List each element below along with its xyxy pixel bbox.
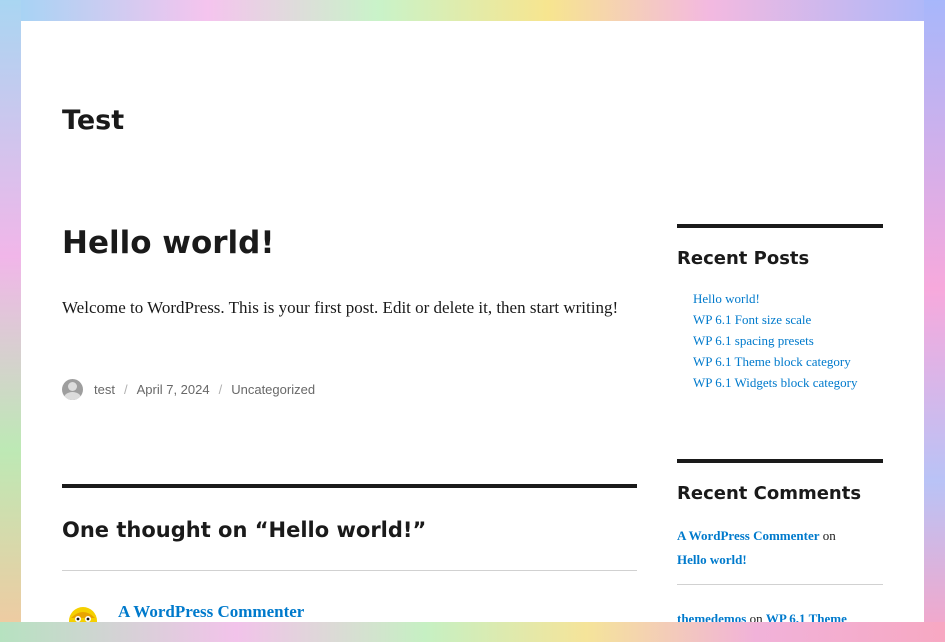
recent-comments-widget: Recent Comments A WordPress Commenter on… [677, 459, 883, 622]
recent-posts-widget: Recent Posts Hello world! WP 6.1 Font si… [677, 224, 883, 393]
recent-post-link[interactable]: Hello world! [693, 288, 883, 309]
recent-comment-author-link[interactable]: themedemos [677, 611, 746, 622]
recent-post-link[interactable]: WP 6.1 Theme block category [693, 351, 883, 372]
comments-title: One thought on “Hello world!” [62, 488, 637, 571]
page-container: Test Hello world! Welcome to WordPress. … [21, 21, 924, 622]
recent-comment-post-link[interactable]: Hello world! [677, 552, 747, 567]
gradient-border-right [924, 0, 945, 642]
post-meta: test / April 7, 2024 / Uncategorized [62, 378, 315, 400]
post-title[interactable]: Hello world! [62, 225, 275, 261]
site-title[interactable]: Test [62, 105, 124, 136]
recent-comment-post-link[interactable]: WP 6.1 Theme [766, 611, 847, 622]
recent-comment-author-link[interactable]: A WordPress Commenter [677, 528, 820, 543]
gradient-border-bottom [0, 622, 945, 642]
recent-comment-item: A WordPress Commenter on Hello world! [677, 504, 883, 585]
comments-section: One thought on “Hello world!” A WordPres… [62, 484, 637, 622]
widget-divider: Recent Comments A WordPress Commenter on… [677, 459, 883, 622]
commenter-avatar-icon [69, 607, 97, 622]
widget-divider: Recent Posts Hello world! WP 6.1 Font si… [677, 224, 883, 393]
recent-posts-title: Recent Posts [677, 248, 810, 269]
post-author-link[interactable]: test [94, 382, 115, 397]
recent-post-link[interactable]: WP 6.1 spacing presets [693, 330, 883, 351]
meta-separator: / [218, 381, 223, 397]
comment-item: A WordPress Commenter [62, 571, 637, 622]
recent-comment-on: on [822, 528, 836, 543]
recent-comments-title: Recent Comments [677, 483, 862, 504]
post-content: Welcome to WordPress. This is your first… [62, 298, 619, 317]
meta-separator: / [123, 381, 128, 397]
recent-comment-item: themedemos on WP 6.1 Theme [677, 585, 883, 622]
post-date-link[interactable]: April 7, 2024 [137, 382, 210, 397]
gradient-border-left [0, 0, 21, 642]
recent-posts-list: Hello world! WP 6.1 Font size scale WP 6… [677, 269, 883, 393]
recent-post-link[interactable]: WP 6.1 Font size scale [693, 309, 883, 330]
post-category-link[interactable]: Uncategorized [231, 382, 315, 397]
author-avatar-icon [62, 378, 83, 400]
recent-comment-on: on [749, 611, 763, 622]
comment-author-link[interactable]: A WordPress Commenter [118, 602, 304, 622]
recent-post-link[interactable]: WP 6.1 Widgets block category [693, 372, 883, 393]
